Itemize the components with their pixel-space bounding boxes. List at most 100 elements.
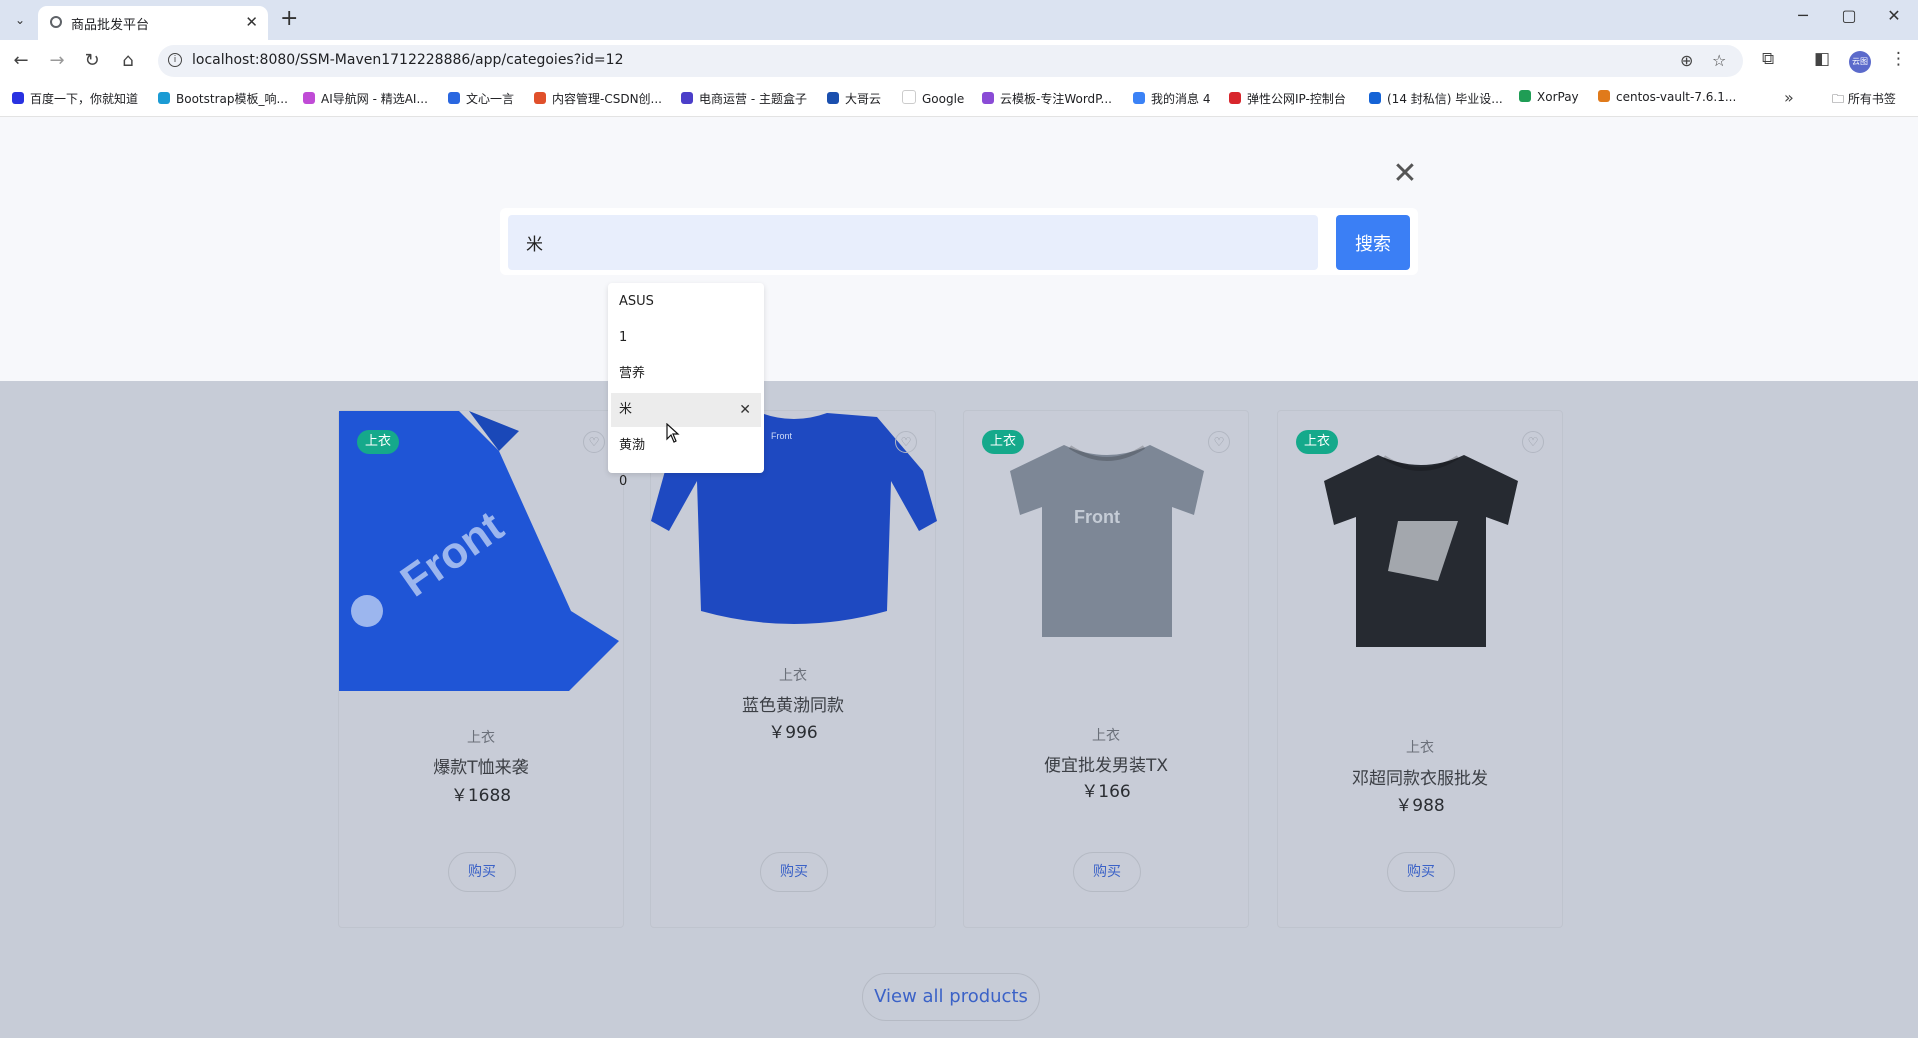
bookmark-favicon-icon [1598,90,1610,102]
bookmark-item[interactable]: AI导航网 - 精选AI... [303,90,428,107]
suggestion-item[interactable]: 黄渤 [611,429,761,463]
close-tab-icon[interactable]: ✕ [245,13,258,31]
product-price: ￥166 [1081,782,1131,802]
delete-suggestion-icon[interactable]: ✕ [739,393,751,427]
heart-icon[interactable]: ♡ [1522,431,1544,453]
bookmark-favicon-icon [1369,92,1381,104]
view-all-products-button[interactable]: View all products [862,973,1040,1021]
bookmark-favicon-icon [1229,92,1241,104]
bookmark-label: 我的消息 4 [1151,92,1211,106]
bookmark-label: centos-vault-7.6.1... [1616,90,1737,104]
product-name[interactable]: 蓝色黄渤同款 [651,691,935,716]
suggestion-item[interactable]: 米 ✕ [611,393,761,427]
bookmark-item[interactable]: 弹性公网IP-控制台 [1229,90,1346,107]
product-category: 上衣 [467,730,495,746]
site-info-icon[interactable]: i [168,53,182,67]
buy-button[interactable]: 购买 [1073,852,1141,892]
buy-button[interactable]: 购买 [1387,852,1455,892]
category-badge: 上衣 [357,430,399,454]
forward-icon[interactable]: → [45,50,69,71]
bookmark-favicon-icon [448,92,460,104]
product-name[interactable]: 便宜批发男装TX [964,751,1248,776]
product-card[interactable]: 上衣 ♡ 上衣 邓超同款衣服批发 ￥988 购买 [1277,410,1563,928]
bookmark-item[interactable]: 电商运营 - 主题盒子 [681,90,807,107]
suggestion-label: 黄渤 [619,438,646,453]
all-bookmarks-folder[interactable]: 🗀 所有书签 [1832,90,1896,111]
maximize-button[interactable]: ▢ [1829,6,1869,25]
zoom-icon[interactable]: ⊕ [1680,51,1693,70]
extensions-icon[interactable]: ⧉ [1762,49,1774,69]
mouse-cursor-icon [666,423,680,443]
suggestion-label: 营养 [619,366,646,381]
avatar[interactable]: 云图 [1849,51,1871,73]
bookmark-favicon-icon [681,92,693,104]
bookmark-item[interactable]: Google [902,90,964,106]
suggestion-label: 1 [619,330,628,345]
reload-icon[interactable]: ↻ [80,50,104,71]
product-category: 上衣 [779,668,807,684]
folder-icon: 🗀 [1832,92,1845,106]
search-suggestions: ASUS 1 营养米 ✕ 黄渤 0 [608,283,764,489]
sidebar-icon[interactable]: ◧ [1814,49,1830,69]
url-text[interactable]: localhost:8080/SSM-Maven1712228886/app/c… [192,52,623,68]
bookmark-favicon-icon [303,92,315,104]
suggestion-label: 0 [619,474,628,489]
heart-icon[interactable]: ♡ [1208,431,1230,453]
browser-menu-icon[interactable]: ⋮ [1890,49,1907,69]
product-image[interactable]: Front [1004,441,1210,641]
bookmark-star-icon[interactable]: ☆ [1712,51,1726,70]
home-icon[interactable]: ⌂ [116,50,140,71]
minimize-button[interactable]: ─ [1783,6,1823,25]
bookmark-item[interactable]: 云模板-专注WordP... [982,90,1112,107]
search-input[interactable] [508,215,1318,270]
search-button[interactable]: 搜索 [1336,215,1410,270]
address-bar[interactable]: i localhost:8080/SSM-Maven1712228886/app… [158,45,1743,77]
product-price: ￥1688 [450,786,512,806]
suggestion-item[interactable]: 0 [611,465,761,499]
bookmark-item[interactable]: 我的消息 4 [1133,90,1210,107]
bookmark-favicon-icon [1133,92,1145,104]
bookmark-label: 百度一下，你就知道 [30,92,139,106]
bookmark-label: AI导航网 - 精选AI... [321,92,428,106]
bookmark-favicon-icon [982,92,994,104]
bookmark-favicon-icon [12,92,24,104]
bookmark-item[interactable]: 大哥云 [827,90,881,107]
more-bookmarks-icon[interactable]: » [1784,88,1794,107]
bookmark-item[interactable]: 内容管理-CSDN创... [534,90,662,107]
svg-text:Front: Front [1074,507,1120,527]
product-card[interactable]: Front 上衣 ♡ 上衣 便宜批发男装TX ￥166 购买 [963,410,1249,928]
search-overlay: ✕ 搜索 [0,117,1918,381]
browser-tab[interactable]: 商品批发平台 ✕ [38,6,268,40]
window-close-button[interactable]: ✕ [1874,6,1914,25]
browser-toolbar: ← → ↻ ⌂ i localhost:8080/SSM-Maven171222… [0,40,1918,84]
suggestion-item[interactable]: 1 [611,321,761,355]
bookmark-item[interactable]: (14 封私信) 毕业设... [1369,90,1503,107]
back-icon[interactable]: ← [9,50,33,71]
bookmark-item[interactable]: 百度一下，你就知道 [12,90,138,107]
close-icon[interactable]: ✕ [1392,159,1418,189]
bookmark-favicon-icon [534,92,546,104]
bookmark-label: 大哥云 [845,92,882,106]
bookmark-item[interactable]: XorPay [1519,90,1579,104]
product-name[interactable]: 爆款T恤来袭 [339,753,623,778]
bookmark-item[interactable]: Bootstrap模板_响... [158,90,288,107]
suggestion-item[interactable]: ASUS [611,285,761,319]
product-image[interactable] [1318,451,1524,651]
heart-icon[interactable]: ♡ [895,431,917,453]
suggestion-label: ASUS [619,294,654,309]
product-price: ￥988 [1395,796,1445,816]
new-tab-button[interactable]: + [280,6,298,31]
suggestion-item[interactable]: 营养 [611,357,761,391]
tab-search-button[interactable]: ⌄ [8,8,32,32]
product-name[interactable]: 邓超同款衣服批发 [1278,764,1562,789]
product-card[interactable]: Front 上衣 ♡ 上衣 爆款T恤来袭 ￥1688 购买 [338,410,624,928]
bookmark-item[interactable]: centos-vault-7.6.1... [1598,90,1736,104]
bookmark-favicon-icon [158,92,170,104]
heart-icon[interactable]: ♡ [583,431,605,453]
bookmark-item[interactable]: 文心一言 [448,90,514,107]
buy-button[interactable]: 购买 [448,852,516,892]
suggestion-label: 米 [619,402,633,417]
bookmark-favicon-icon [827,92,839,104]
bookmark-label: Bootstrap模板_响... [176,92,288,106]
buy-button[interactable]: 购买 [760,852,828,892]
